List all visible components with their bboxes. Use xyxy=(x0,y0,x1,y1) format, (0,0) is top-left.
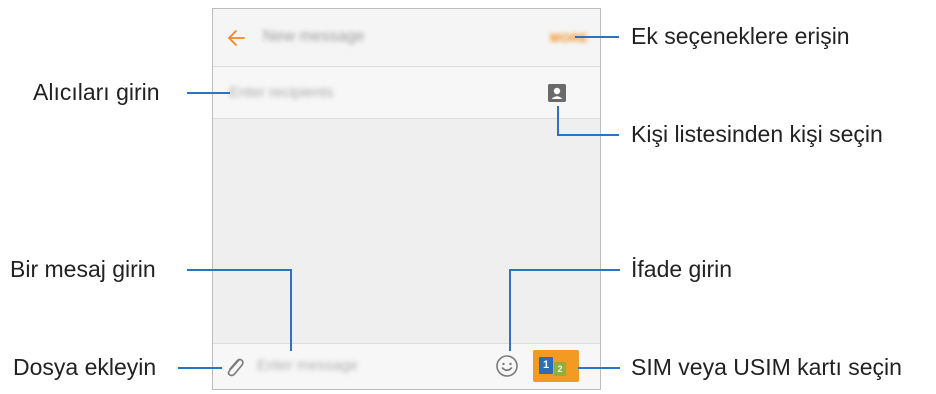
callout-attach-file: Dosya ekleyin xyxy=(13,354,157,380)
back-arrow-icon[interactable] xyxy=(227,29,245,47)
recipients-input[interactable]: Enter recipients xyxy=(229,84,333,101)
callout-line-emoji-v xyxy=(509,269,511,351)
compose-bar: Enter message 1 2 xyxy=(213,343,600,389)
callout-line-contact-h xyxy=(557,134,619,136)
emoji-icon[interactable] xyxy=(495,354,519,378)
callout-select-sim: SIM veya USIM kartı seçin xyxy=(631,354,902,380)
phone-screen: New message MORE Enter recipients Enter … xyxy=(212,8,601,390)
callout-line-emoji-h xyxy=(509,269,620,271)
recipient-row: Enter recipients xyxy=(213,67,600,119)
callout-line-recipients xyxy=(187,92,230,94)
callout-more-options: Ek seçeneklere erişin xyxy=(631,23,850,49)
callout-line-message-h xyxy=(187,269,292,271)
callout-line-sim xyxy=(578,367,620,369)
sim-select-button[interactable]: 1 2 xyxy=(533,350,579,382)
callout-line-attach xyxy=(178,367,222,369)
callout-enter-message: Bir mesaj girin xyxy=(10,256,156,282)
callout-line-contact-v xyxy=(557,106,559,135)
callout-line-more xyxy=(575,36,619,38)
sim1-icon: 1 xyxy=(539,357,553,374)
callout-line-message-v xyxy=(290,269,292,351)
callout-select-contact: Kişi listesinden kişi seçin xyxy=(631,121,883,147)
sim2-icon: 2 xyxy=(554,362,566,376)
contact-icon[interactable] xyxy=(548,84,566,102)
callout-enter-emoticon: İfade girin xyxy=(631,256,733,282)
message-input[interactable]: Enter message xyxy=(257,357,358,374)
more-button[interactable]: MORE xyxy=(550,31,588,45)
page-title: New message xyxy=(263,28,365,45)
app-bar: New message MORE xyxy=(213,9,600,67)
callout-enter-recipients: Alıcıları girin xyxy=(33,79,160,105)
paperclip-icon[interactable] xyxy=(223,354,245,378)
